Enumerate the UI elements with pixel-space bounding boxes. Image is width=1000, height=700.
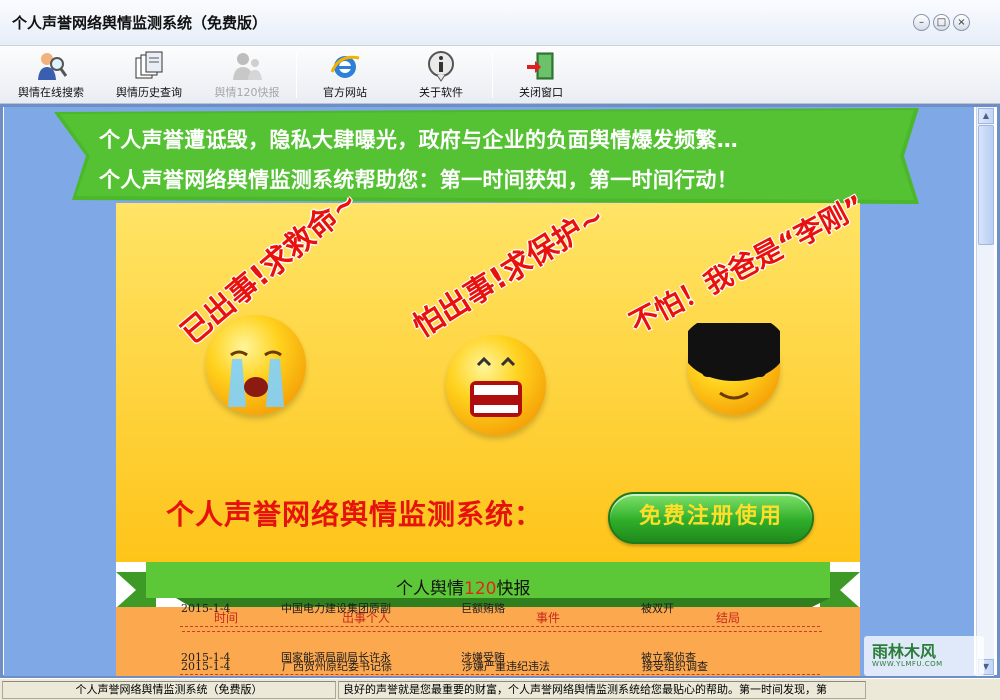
vertical-scrollbar[interactable]: ▲ ▼ [976, 107, 994, 676]
divider [180, 626, 820, 627]
middle-face-caption: 怕出事!求保护~ [407, 199, 612, 345]
title-bar[interactable]: 个人声誉网络舆情监测系统（免费版） – □ × [0, 0, 1000, 46]
banner: 个人声誉遭诋毁，隐私大肆曝光，政府与企业的负面舆情爆发频繁… 个人声誉网络舆情监… [54, 108, 919, 204]
row-outcome: 被立案侦查 [641, 651, 696, 664]
history-query-button[interactable]: 舆情历史查询 [104, 50, 194, 102]
banner-line-2: 个人声誉网络舆情监测系统帮助您：第一时间获知，第一时间行动！ [99, 168, 738, 192]
row-outcome: 被双开 [641, 602, 674, 615]
row-person[interactable]: 中国电力建设集团原副 [281, 600, 391, 616]
online-search-label: 舆情在线搜索 [18, 86, 84, 99]
free-register-button[interactable]: 免费注册使用 [608, 492, 814, 544]
screaming-face-icon [446, 335, 546, 435]
info-icon [428, 51, 454, 82]
watermark-logo: 雨林木风 WWW.YLMFU.COM [864, 636, 984, 676]
afro-sunglasses-face-icon [682, 313, 786, 415]
scroll-thumb[interactable] [978, 125, 994, 245]
person-magnifier-icon [38, 53, 67, 80]
watermark-text: 雨林木风 [872, 642, 937, 661]
maximize-button[interactable]: □ [933, 14, 950, 31]
toolbar-separator [492, 52, 493, 98]
history-query-label: 舆情历史查询 [116, 86, 182, 99]
about-button[interactable]: 关于软件 [396, 50, 486, 102]
express-120-button[interactable]: 舆情120快报 [202, 50, 292, 102]
people-icon [233, 53, 262, 80]
row-event: 涉嫌受贿 [461, 651, 505, 664]
official-site-label: 官方网站 [323, 86, 367, 99]
promo-panel: 已出事!求救命~ 怕出事!求保护~ 不怕！我爸是“李刚” 个人声誉网络舆情监测系… [116, 184, 870, 563]
row-date: 2015-1-4 [181, 602, 231, 615]
exit-door-icon [527, 52, 554, 80]
row-person[interactable]: 国家能源局副局长许永 [281, 649, 391, 665]
close-window-label: 关闭窗口 [519, 86, 563, 99]
system-slogan: 个人声誉网络舆情监测系统： [166, 498, 544, 531]
about-label: 关于软件 [419, 86, 463, 99]
express-120-label: 舆情120快报 [214, 86, 280, 99]
close-window-button[interactable]: 关闭窗口 [496, 50, 586, 102]
status-bar: 个人声誉网络舆情监测系统（免费版） 良好的声誉就是您最重要的财富，个人声誉网络舆… [0, 678, 1000, 700]
online-search-button[interactable]: 舆情在线搜索 [6, 50, 96, 102]
status-marquee: 良好的声誉就是您最重要的财富，个人声誉网络舆情监测系统给您最贴心的帮助。第一时间… [338, 681, 866, 699]
documents-icon [135, 51, 163, 79]
minimize-button[interactable]: – [913, 14, 930, 31]
window-title: 个人声誉网络舆情监测系统（免费版） [12, 14, 268, 32]
right-face-caption: 不怕！我爸是“李刚” [624, 188, 870, 341]
official-site-button[interactable]: 官方网站 [300, 50, 390, 102]
toolbar: 舆情在线搜索 舆情历史查询 舆情120快报 官方网站 关于软件 关闭窗口 [0, 46, 1000, 104]
close-button[interactable]: × [953, 14, 970, 31]
banner-line-1: 个人声誉遭诋毁，隐私大肆曝光，政府与企业的负面舆情爆发频繁… [99, 128, 738, 152]
scroll-up-button[interactable]: ▲ [978, 108, 994, 124]
toolbar-separator [296, 52, 297, 98]
status-app-name: 个人声誉网络舆情监测系统（免费版） [2, 681, 336, 699]
internet-explorer-icon [330, 55, 360, 78]
row-event: 巨额贿赂 [461, 602, 505, 615]
express-rows-visible: 2015-1-4 中国电力建设集团原副 巨额贿赂 被双开 2015-1-4 国家… [116, 560, 860, 676]
row-date: 2015-1-4 [181, 651, 231, 664]
window-controls: – □ × [913, 14, 970, 31]
watermark-url: WWW.YLMFU.COM [872, 660, 943, 668]
divider [180, 674, 820, 675]
